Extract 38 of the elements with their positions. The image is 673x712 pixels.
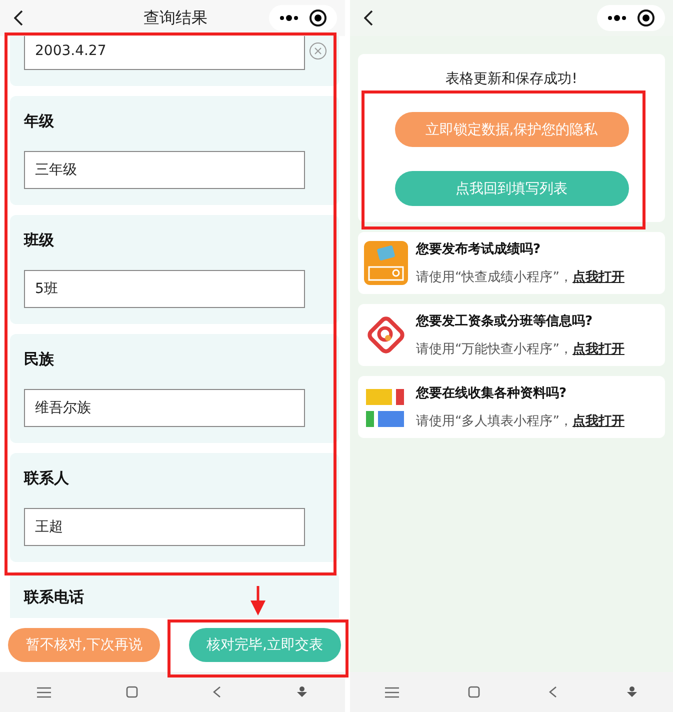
back-icon[interactable] [14, 10, 24, 26]
close-icon [309, 9, 327, 27]
field-label: 联系人 [24, 469, 69, 488]
app-icon [364, 241, 408, 285]
input-field[interactable]: 维吾尔族 [24, 389, 305, 427]
open-link[interactable]: 点我打开 [572, 412, 624, 430]
promo-title: 您要在线收集各种资料吗? [416, 385, 568, 402]
open-link[interactable]: 点我打开 [572, 340, 624, 358]
field-label: 民族 [24, 350, 54, 369]
promo-text: 请使用“多人填表小程序”， [416, 413, 572, 430]
menu-icon[interactable] [384, 686, 399, 698]
capsule-menu[interactable] [269, 5, 337, 31]
success-message: 表格更新和保存成功! [446, 70, 578, 88]
input-field[interactable]: 5班 [24, 270, 305, 308]
annotation-arrow [250, 586, 266, 616]
promo-title: 您要发工资条或分班等信息吗? [416, 313, 594, 330]
capsule-menu[interactable] [597, 5, 665, 31]
close-icon [637, 9, 655, 27]
more-icon [279, 15, 299, 21]
open-link[interactable]: 点我打开 [572, 268, 624, 286]
input-field[interactable]: 2003.4.27 [24, 36, 305, 70]
clear-icon[interactable] [309, 42, 327, 60]
promo-text: 请使用“快查成绩小程序”， [416, 269, 572, 286]
down-icon[interactable] [626, 686, 638, 698]
down-icon[interactable] [296, 686, 308, 698]
back-icon[interactable] [364, 10, 374, 26]
field-label: 班级 [24, 231, 54, 250]
more-icon [607, 15, 627, 21]
page-title: 查询结果 [144, 8, 208, 28]
input-field[interactable]: 王超 [24, 508, 305, 546]
input-field[interactable]: 三年级 [24, 151, 305, 189]
field-label: 联系电话 [24, 588, 84, 607]
field-label: 年级 [24, 112, 54, 131]
menu-icon[interactable] [37, 686, 52, 698]
home-icon[interactable] [126, 686, 138, 698]
home-icon[interactable] [468, 686, 480, 698]
promo-text: 请使用“万能快查小程序”， [416, 341, 572, 358]
promo-title: 您要发布考试成绩吗? [416, 241, 542, 258]
